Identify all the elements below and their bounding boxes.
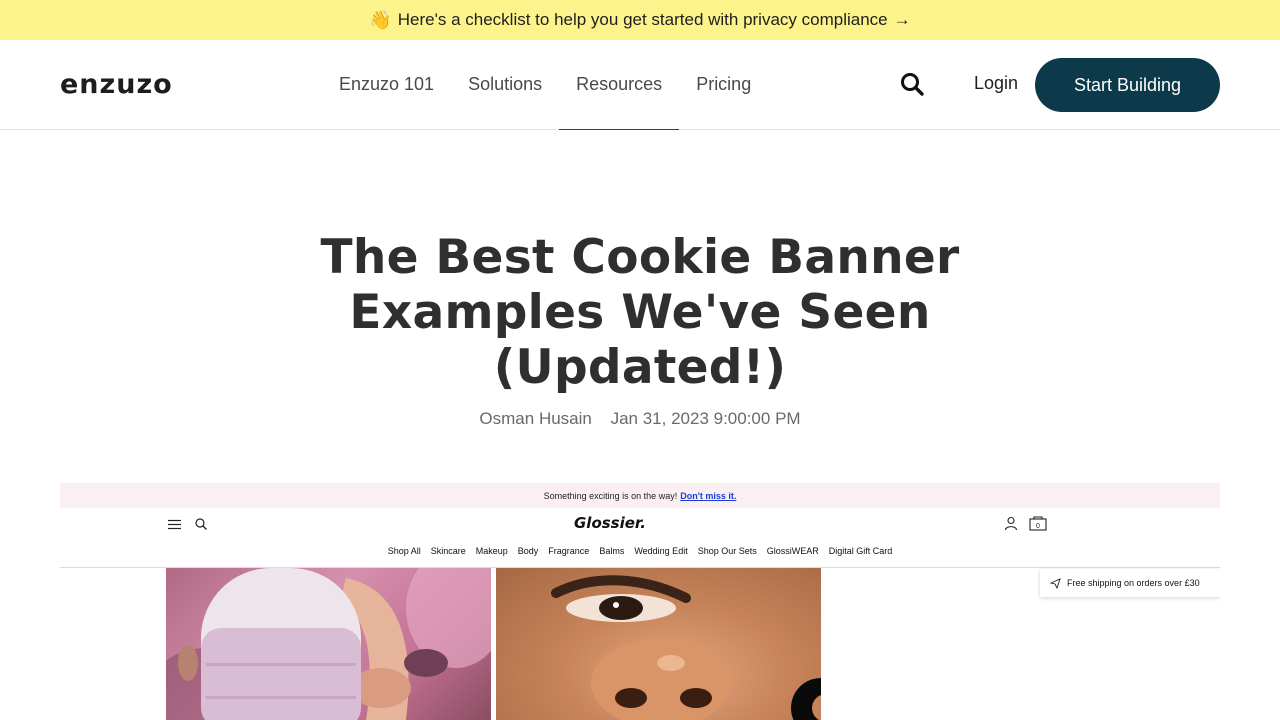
site-header: enzuzo Enzuzo 101 Solutions Resources Pr… [0, 40, 1280, 130]
bag-count: 0 [1036, 523, 1040, 530]
shopping-bag-icon: 0 [1029, 516, 1047, 531]
article-title: The Best Cookie Banner Examples We've Se… [320, 230, 960, 395]
announcement-text: Here's a checklist to help you get start… [397, 10, 888, 29]
nav-item-solutions[interactable]: Solutions [451, 40, 559, 129]
face-photo [496, 568, 821, 720]
glossier-nav-item: Makeup [475, 546, 508, 556]
search-icon[interactable] [898, 70, 926, 98]
glossier-nav-item: Skincare [430, 546, 466, 556]
glossier-nav-item: GlossiWEAR [766, 546, 819, 556]
glossier-nav-item: Body [517, 546, 539, 556]
glossier-nav-item: Fragrance [548, 546, 590, 556]
glossier-nav-item: Shop Our Sets [697, 546, 757, 556]
article-date: Jan 31, 2023 9:00:00 PM [610, 409, 801, 428]
paper-plane-icon [1050, 577, 1061, 589]
glossier-nav-item: Shop All [387, 546, 421, 556]
hamburger-menu-icon [168, 519, 181, 530]
nav-item-enzuzo-101[interactable]: Enzuzo 101 [322, 40, 451, 129]
free-shipping-text: Free shipping on orders over £30 [1067, 578, 1200, 588]
main-nav: Enzuzo 101 Solutions Resources Pricing [322, 40, 768, 130]
announcement-bar[interactable]: 👋 Here's a checklist to help you get sta… [0, 0, 1280, 40]
article-hero-image: Something exciting is on the way! Don't … [60, 483, 1220, 720]
waving-hand-icon: 👋 [369, 9, 392, 30]
glossier-logo: Glossier. [574, 514, 646, 532]
free-shipping-badge: Free shipping on orders over £30 [1040, 569, 1220, 597]
user-icon [1004, 516, 1018, 531]
glossier-promo-text: Something exciting is on the way! [543, 490, 678, 501]
product-photo [166, 568, 491, 720]
article-author[interactable]: Osman Husain [479, 409, 591, 428]
glossier-nav: Shop All Skincare Makeup Body Fragrance … [60, 546, 1220, 556]
glossier-promo-link: Don't miss it. [680, 490, 737, 501]
login-link[interactable]: Login [974, 73, 1018, 94]
arrow-right-icon: → [893, 10, 911, 29]
enzuzo-logo[interactable]: enzuzo [60, 69, 173, 100]
glossier-nav-item: Wedding Edit [634, 546, 688, 556]
glossier-search-icon [195, 518, 207, 530]
start-building-button[interactable]: Start Building [1035, 58, 1220, 112]
article-meta: Osman Husain Jan 31, 2023 9:00:00 PM [0, 409, 1280, 429]
glossier-nav-item: Digital Gift Card [828, 546, 893, 556]
nav-item-pricing[interactable]: Pricing [679, 40, 768, 129]
glossier-nav-item: Balms [599, 546, 625, 556]
glossier-promo-bar: Something exciting is on the way! Don't … [60, 483, 1220, 508]
nav-item-resources[interactable]: Resources [559, 40, 680, 130]
